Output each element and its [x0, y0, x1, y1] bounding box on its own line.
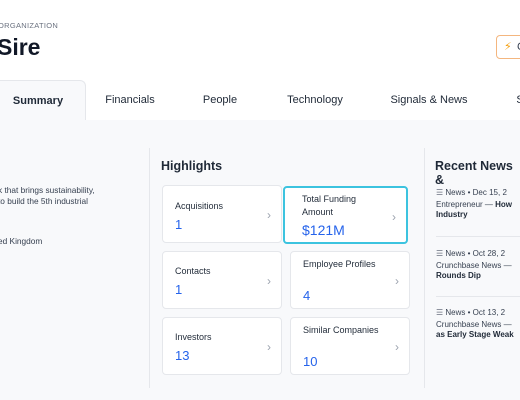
chevron-right-icon: ›	[392, 210, 396, 224]
card-value: 4	[303, 288, 311, 303]
column-divider	[149, 148, 150, 388]
tab-more[interactable]: S	[510, 80, 520, 120]
news-meta: ☰ News • Oct 13, 2	[436, 308, 506, 317]
card-label: Acquisitions	[175, 201, 224, 211]
highlights-title: Highlights	[161, 159, 223, 173]
card-label: Similar Companies	[303, 325, 379, 335]
card-label: Contacts	[175, 266, 211, 276]
card-label: Total Funding Amount	[302, 194, 357, 217]
chevron-right-icon: ›	[395, 340, 399, 354]
lightning-icon: ⚡	[504, 41, 512, 53]
newspaper-icon: ☰	[436, 188, 444, 197]
news-item[interactable]: ☰ News • Oct 28, 2 Crunchbase News — Rou…	[436, 249, 520, 281]
news-divider	[436, 296, 520, 297]
about-description: k that brings sustainability, to build t…	[0, 185, 128, 206]
tab-signals-news[interactable]: Signals & News	[385, 80, 473, 120]
tab-financials[interactable]: Financials	[100, 80, 160, 120]
column-divider	[424, 148, 425, 388]
highlight-card-total-funding[interactable]: Total Funding Amount $121M ›	[283, 186, 408, 244]
newspaper-icon: ☰	[436, 308, 444, 317]
about-line: to build the 5th industrial	[0, 195, 88, 206]
card-label: Employee Profiles	[303, 259, 376, 269]
news-divider	[436, 236, 520, 237]
about-location: ed Kingdom	[0, 236, 43, 246]
news-headline[interactable]: Crunchbase News — as Early Stage Weak	[436, 320, 520, 340]
highlight-card-investors[interactable]: Investors 13 ›	[162, 317, 282, 375]
card-value: $121M	[302, 222, 345, 238]
tab-bar: Summary Financials People Technology Sig…	[0, 80, 520, 120]
card-value: 1	[175, 217, 183, 232]
recent-news-title: Recent News &	[435, 159, 513, 187]
tab-people[interactable]: People	[195, 80, 245, 120]
news-meta: ☰ News • Oct 28, 2	[436, 249, 506, 258]
card-label: Investors	[175, 332, 212, 342]
tab-technology[interactable]: Technology	[280, 80, 350, 120]
news-headline[interactable]: Entrepreneur — How Industry	[436, 200, 520, 220]
about-line: k that brings sustainability,	[0, 185, 95, 195]
chevron-right-icon: ›	[267, 340, 271, 354]
org-name: Sire	[0, 34, 41, 60]
highlight-card-acquisitions[interactable]: Acquisitions 1 ›	[162, 185, 282, 243]
card-value: 1	[175, 282, 183, 297]
highlight-card-similar-companies[interactable]: Similar Companies 10 ›	[290, 317, 410, 375]
chevron-right-icon: ›	[267, 274, 271, 288]
chevron-right-icon: ›	[267, 208, 271, 222]
highlight-card-employee-profiles[interactable]: Employee Profiles 4 ›	[290, 251, 410, 309]
org-kicker: ORGANIZATION	[0, 21, 59, 30]
org-header: ORGANIZATION Sire ⚡ C Summary Financials…	[0, 0, 520, 120]
newspaper-icon: ☰	[436, 249, 444, 258]
card-value: 10	[303, 354, 318, 369]
news-item[interactable]: ☰ News • Dec 15, 2 Entrepreneur — How Ind…	[436, 188, 520, 220]
header-action-button[interactable]: ⚡ C	[496, 35, 520, 59]
tab-summary[interactable]: Summary	[0, 80, 86, 120]
card-value: 13	[175, 348, 190, 363]
highlight-card-contacts[interactable]: Contacts 1 ›	[162, 251, 282, 309]
news-headline[interactable]: Crunchbase News — Rounds Dip	[436, 261, 520, 281]
chevron-right-icon: ›	[395, 274, 399, 288]
news-item[interactable]: ☰ News • Oct 13, 2 Crunchbase News — as …	[436, 308, 520, 340]
news-meta: ☰ News • Dec 15, 2	[436, 188, 507, 197]
